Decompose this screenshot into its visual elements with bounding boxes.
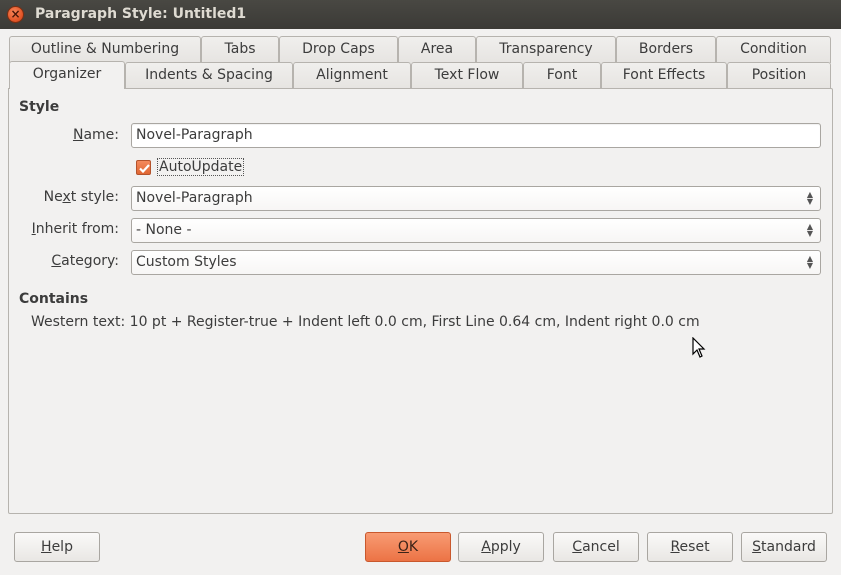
tab-borders[interactable]: Borders	[616, 36, 716, 63]
tab-tabs[interactable]: Tabs	[201, 36, 279, 63]
help-button[interactable]: Help	[14, 532, 100, 562]
reset-button[interactable]: Reset	[647, 532, 733, 562]
cancel-button[interactable]: Cancel	[553, 532, 639, 562]
tab-text-flow[interactable]: Text Flow	[411, 62, 523, 89]
tab-drop-caps[interactable]: Drop Caps	[279, 36, 398, 63]
close-icon[interactable]: ×	[7, 6, 24, 23]
window-title: Paragraph Style: Untitled1	[35, 6, 247, 22]
tab-outline-numbering[interactable]: Outline & Numbering	[9, 36, 201, 63]
standard-button[interactable]: Standard	[741, 532, 827, 562]
tab-indents-spacing[interactable]: Indents & Spacing	[125, 62, 293, 89]
title-bar: × Paragraph Style: Untitled1	[0, 0, 841, 29]
tab-condition[interactable]: Condition	[716, 36, 831, 63]
organizer-panel	[8, 88, 833, 514]
tab-font-effects[interactable]: Font Effects	[601, 62, 727, 89]
tab-position[interactable]: Position	[727, 62, 831, 89]
apply-button[interactable]: Apply	[458, 532, 544, 562]
tab-organizer[interactable]: Organizer	[9, 61, 125, 89]
ok-button[interactable]: OK	[365, 532, 451, 562]
tab-area[interactable]: Area	[398, 36, 476, 63]
tab-alignment[interactable]: Alignment	[293, 62, 411, 89]
tab-font[interactable]: Font	[523, 62, 601, 89]
tab-transparency[interactable]: Transparency	[476, 36, 616, 63]
